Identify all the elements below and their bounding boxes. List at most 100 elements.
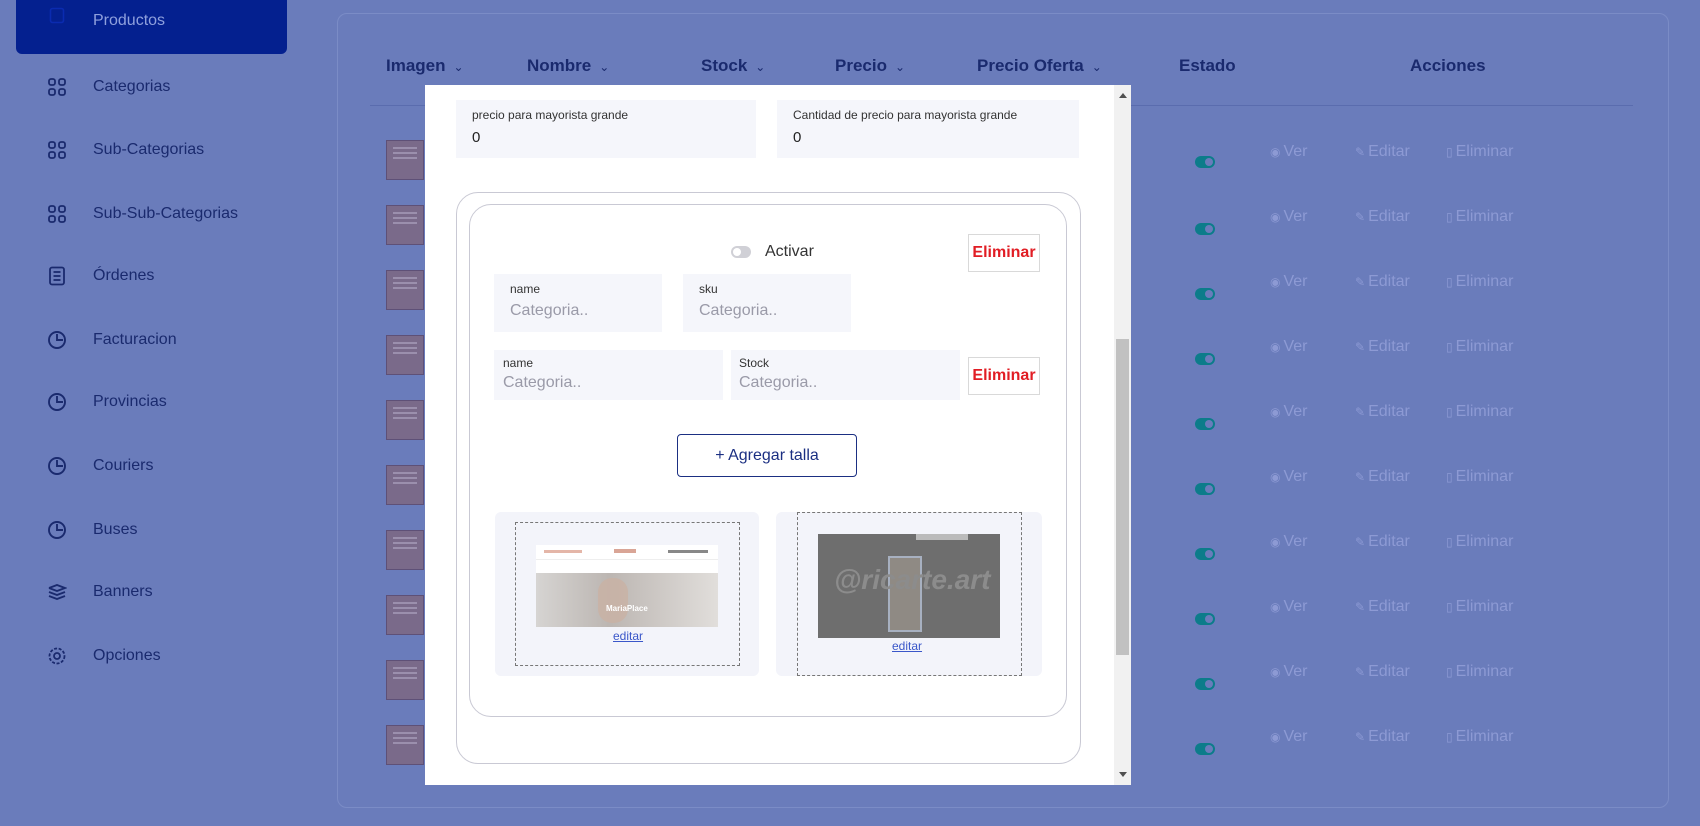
product-thumbnail (386, 725, 424, 765)
chevron-down-icon: ⌄ (453, 60, 464, 74)
delete-link[interactable]: ▯ Eliminar (1446, 338, 1513, 356)
view-link[interactable]: ◉ Ver (1270, 663, 1308, 681)
eye-icon: ◉ (1270, 340, 1281, 354)
edit-link[interactable]: ✎ Editar (1355, 143, 1410, 161)
view-link[interactable]: ◉ Ver (1270, 728, 1308, 746)
product-edit-modal: precio para mayorista grande 0 Cantidad … (425, 85, 1131, 785)
delete-size-button[interactable]: Eliminar (968, 357, 1040, 395)
modal-scrollbar[interactable] (1114, 85, 1131, 785)
pencil-icon: ✎ (1355, 730, 1366, 744)
product-thumbnail (386, 400, 424, 440)
eye-icon: ◉ (1270, 275, 1281, 289)
delete-link[interactable]: ▯ Eliminar (1446, 598, 1513, 616)
activar-toggle[interactable]: Activar (731, 243, 814, 261)
product-thumbnail (386, 660, 424, 700)
pencil-icon: ✎ (1355, 145, 1366, 159)
product-thumbnail (386, 335, 424, 375)
size-name-input[interactable]: name Categoria.. (494, 350, 723, 400)
sidebar-item-label: Categorias (93, 78, 171, 95)
variant-name-input[interactable]: name Categoria.. (494, 274, 662, 332)
image-preview: @ricarte.art (818, 534, 1000, 638)
view-link[interactable]: ◉ Ver (1270, 468, 1308, 486)
product-thumbnail (386, 530, 424, 570)
edit-link[interactable]: ✎ Editar (1355, 468, 1410, 486)
view-link[interactable]: ◉ Ver (1270, 143, 1308, 161)
view-link[interactable]: ◉ Ver (1270, 598, 1308, 616)
view-link[interactable]: ◉ Ver (1270, 208, 1308, 226)
column-header-imagen[interactable]: Imagen ⌄ (386, 56, 464, 76)
column-header-acciones: Acciones (1410, 56, 1486, 75)
product-thumbnail (386, 205, 424, 245)
product-thumbnail (386, 270, 424, 310)
sidebar-item-label: Productos (93, 12, 166, 29)
status-toggle[interactable] (1195, 678, 1215, 690)
sidebar-item-productos[interactable]: Productos (16, 0, 287, 54)
eye-icon: ◉ (1270, 470, 1281, 484)
chevron-down-icon: ⌄ (894, 60, 906, 74)
status-toggle[interactable] (1195, 156, 1215, 168)
column-header-estado: Estado (1179, 56, 1236, 75)
trash-icon: ▯ (1446, 600, 1453, 614)
edit-image-link[interactable]: editar (613, 629, 643, 643)
chevron-down-icon: ⌄ (755, 60, 766, 74)
status-toggle[interactable] (1195, 613, 1215, 625)
edit-link[interactable]: ✎ Editar (1355, 663, 1410, 681)
variant-sku-input[interactable]: sku Categoria.. (683, 274, 851, 332)
scrollbar-thumb[interactable] (1116, 339, 1129, 655)
size-stock-input[interactable]: Stock Categoria.. (731, 350, 960, 400)
status-toggle[interactable] (1195, 288, 1215, 300)
status-toggle[interactable] (1195, 483, 1215, 495)
edit-link[interactable]: ✎ Editar (1355, 598, 1410, 616)
delete-link[interactable]: ▯ Eliminar (1446, 208, 1513, 226)
pencil-icon: ✎ (1355, 470, 1366, 484)
status-toggle[interactable] (1195, 223, 1215, 235)
delete-link[interactable]: ▯ Eliminar (1446, 663, 1513, 681)
column-header-stock[interactable]: Stock ⌄ (701, 56, 765, 76)
delete-link[interactable]: ▯ Eliminar (1446, 728, 1513, 746)
status-toggle[interactable] (1195, 418, 1215, 430)
column-header-precio[interactable]: Precio ⌄ (835, 56, 905, 76)
column-header-nombre[interactable]: Nombre ⌄ (527, 56, 609, 76)
pencil-icon: ✎ (1355, 340, 1366, 354)
scroll-down-arrow-icon[interactable] (1119, 772, 1127, 777)
status-toggle[interactable] (1195, 743, 1215, 755)
trash-icon: ▯ (1446, 665, 1453, 679)
edit-image-link[interactable]: editar (892, 639, 922, 653)
edit-link[interactable]: ✎ Editar (1355, 208, 1410, 226)
price-big-wholesale-field[interactable]: precio para mayorista grande 0 (456, 100, 756, 158)
column-header-precio-oferta[interactable]: Precio Oferta ⌄ (977, 56, 1102, 76)
delete-link[interactable]: ▯ Eliminar (1446, 403, 1513, 421)
view-link[interactable]: ◉ Ver (1270, 273, 1308, 291)
edit-link[interactable]: ✎ Editar (1355, 728, 1410, 746)
trash-icon: ▯ (1446, 405, 1453, 419)
trash-icon: ▯ (1446, 340, 1453, 354)
edit-link[interactable]: ✎ Editar (1355, 273, 1410, 291)
grid-icon (46, 76, 68, 98)
eye-icon: ◉ (1270, 730, 1281, 744)
delete-link[interactable]: ▯ Eliminar (1446, 533, 1513, 551)
clipboard-icon (46, 4, 68, 26)
add-size-button[interactable]: + Agregar talla (677, 434, 857, 477)
edit-link[interactable]: ✎ Editar (1355, 338, 1410, 356)
delete-variant-button[interactable]: Eliminar (968, 234, 1040, 272)
status-toggle[interactable] (1195, 353, 1215, 365)
image-preview: MariaPlace (536, 545, 718, 627)
eye-icon: ◉ (1270, 600, 1281, 614)
qty-big-wholesale-field[interactable]: Cantidad de precio para mayorista grande… (777, 100, 1079, 158)
view-link[interactable]: ◉ Ver (1270, 533, 1308, 551)
pencil-icon: ✎ (1355, 275, 1366, 289)
trash-icon: ▯ (1446, 730, 1453, 744)
view-link[interactable]: ◉ Ver (1270, 338, 1308, 356)
edit-link[interactable]: ✎ Editar (1355, 533, 1410, 551)
eye-icon: ◉ (1270, 210, 1281, 224)
view-link[interactable]: ◉ Ver (1270, 403, 1308, 421)
edit-link[interactable]: ✎ Editar (1355, 403, 1410, 421)
scroll-up-arrow-icon[interactable] (1119, 93, 1127, 98)
delete-link[interactable]: ▯ Eliminar (1446, 143, 1513, 161)
eye-icon: ◉ (1270, 535, 1281, 549)
sidebar-item-categorias[interactable]: Categorias (16, 60, 287, 114)
delete-link[interactable]: ▯ Eliminar (1446, 273, 1513, 291)
status-toggle[interactable] (1195, 548, 1215, 560)
delete-link[interactable]: ▯ Eliminar (1446, 468, 1513, 486)
product-thumbnail (386, 140, 424, 180)
